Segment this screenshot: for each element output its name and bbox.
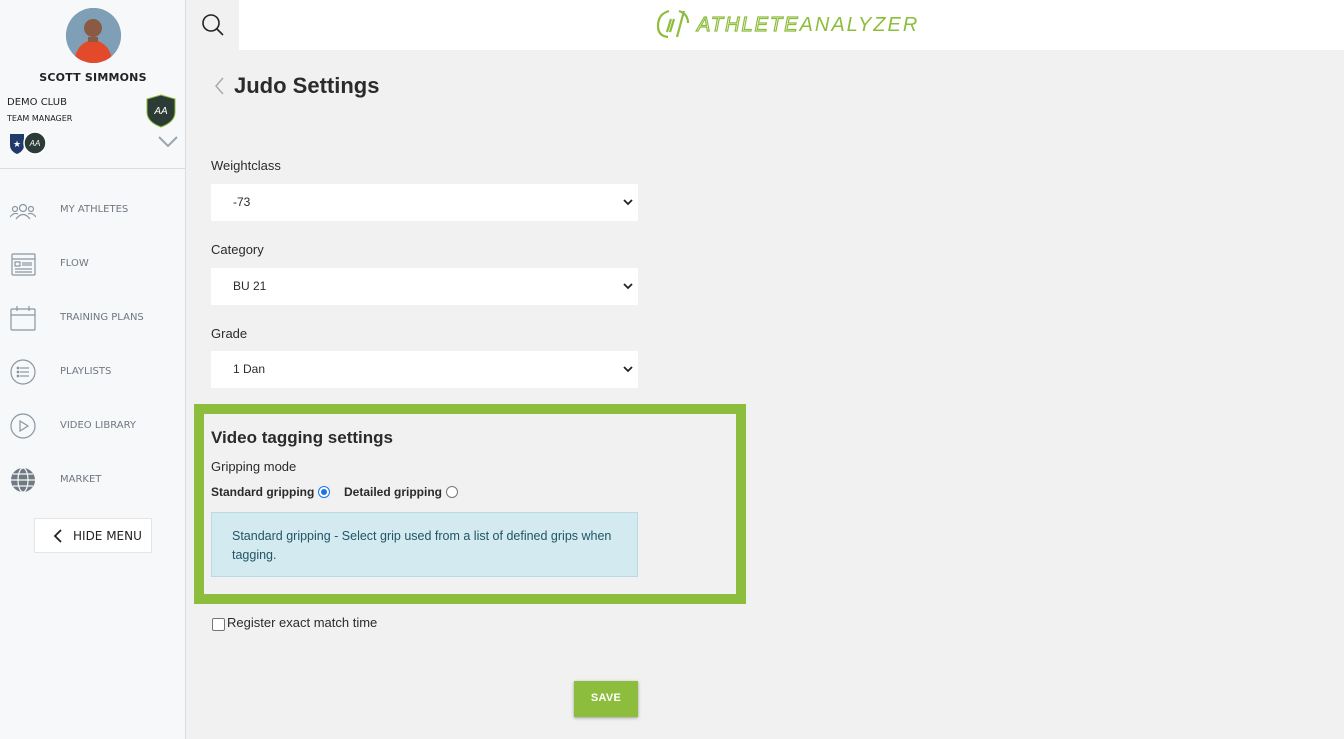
save-label: SAVE [590,692,622,704]
logo-mark-icon [655,6,691,42]
save-button[interactable]: SAVE [574,681,638,717]
sidebar-item-label: PLAYLISTS [60,366,112,377]
weightclass-label: Weightclass [211,158,281,173]
top-bar: ATHLETEANALYZER [186,0,1344,50]
search-icon [202,14,224,36]
user-name: SCOTT SIMMONS [39,71,147,84]
chevron-down-icon [623,283,633,290]
hide-menu-label: HIDE MENU [73,529,142,543]
play-icon [10,413,36,439]
exact-match-time-checkbox[interactable] [212,618,225,631]
sidebar-item-market[interactable]: MARKET [0,453,186,507]
back-button[interactable] [213,76,225,96]
svg-text:AA: AA [29,139,41,148]
svg-text:AA: AA [153,106,168,117]
grade-label: Grade [211,326,248,341]
flow-icon [10,251,36,277]
category-select[interactable]: BU 21 [211,268,638,305]
standard-gripping-radio[interactable] [318,486,330,498]
chevron-down-icon [623,199,633,206]
gripping-info-text: Standard gripping - Select grip used fro… [232,529,612,562]
logo-text-part1: ATHLETE [696,13,800,36]
sidebar: SCOTT SIMMONS DEMO CLUB TEAM MANAGER AA … [0,0,186,739]
category-value: BU 21 [233,279,267,293]
chevron-down-icon [623,366,633,373]
category-label: Category [211,242,264,257]
sidebar-item-video-library[interactable]: VIDEO LIBRARY [0,399,186,453]
svg-text:★: ★ [13,140,21,150]
sidebar-item-label: TRAINING PLANS [60,312,144,323]
logo-text-part2: ANALYZER [799,14,920,36]
athleteanalyzer-logo[interactable]: ATHLETEANALYZER [655,6,940,44]
globe-icon [10,467,36,493]
sidebar-nav: MY ATHLETES FLOW TRAINING PLANS PLAYLIST… [0,183,186,507]
weightclass-select[interactable]: -73 [211,184,638,221]
search-button[interactable] [186,0,239,50]
exact-match-time-label[interactable]: Register exact match time [227,615,377,630]
list-icon [10,359,36,385]
standard-gripping-label[interactable]: Standard gripping [211,485,314,499]
club-switcher-icons[interactable]: ★ AA [8,131,48,155]
grade-select[interactable]: 1 Dan [211,351,638,388]
detailed-gripping-radio[interactable] [446,486,458,498]
sidebar-item-my-athletes[interactable]: MY ATHLETES [0,183,186,237]
club-role: TEAM MANAGER [7,114,73,123]
club-name: DEMO CLUB [7,97,67,108]
sidebar-item-flow[interactable]: FLOW [0,237,186,291]
calendar-icon [10,305,36,331]
avatar[interactable] [66,8,121,63]
chevron-left-icon [53,529,63,543]
page-title: Judo Settings [234,73,380,98]
chevron-down-icon[interactable] [157,135,179,149]
gripping-info-box: Standard gripping - Select grip used fro… [211,512,638,577]
detailed-gripping-label[interactable]: Detailed gripping [344,485,442,499]
sidebar-item-playlists[interactable]: PLAYLISTS [0,345,186,399]
sidebar-item-training-plans[interactable]: TRAINING PLANS [0,291,186,345]
logo-text: ATHLETEANALYZER [696,13,920,37]
chevron-left-icon [215,77,224,95]
hide-menu-button[interactable]: HIDE MENU [34,518,152,553]
grade-value: 1 Dan [233,362,266,376]
sidebar-item-label: FLOW [60,258,89,269]
video-tagging-title: Video tagging settings [211,428,393,447]
sidebar-item-label: MARKET [60,474,102,485]
weightclass-value: -73 [233,195,251,209]
sidebar-item-label: MY ATHLETES [60,204,129,215]
gripping-mode-label: Gripping mode [211,459,297,474]
club-badge-icon: AA [145,94,177,128]
users-icon [9,197,37,223]
profile-panel: SCOTT SIMMONS DEMO CLUB TEAM MANAGER AA … [0,0,185,169]
sidebar-item-label: VIDEO LIBRARY [60,420,137,431]
